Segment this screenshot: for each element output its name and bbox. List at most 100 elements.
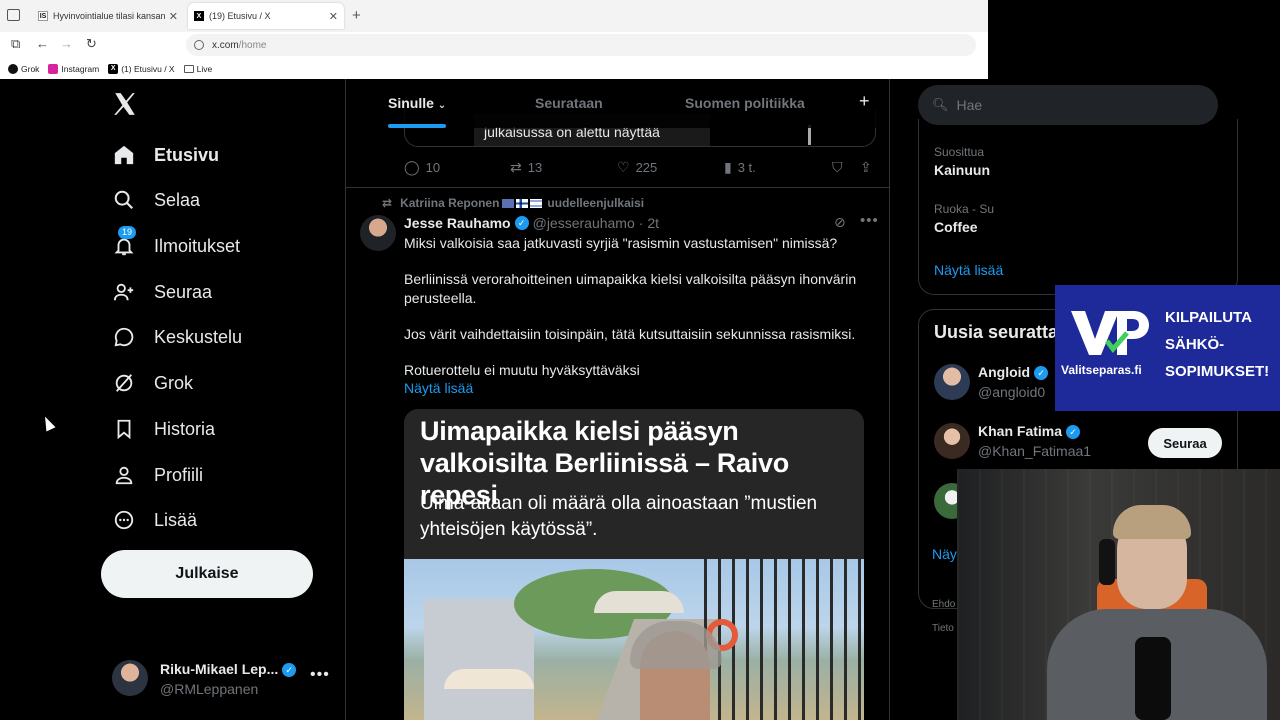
- close-tab-icon[interactable]: ✕: [329, 10, 338, 23]
- bookmark-x[interactable]: X (1) Etusivu / X: [108, 64, 175, 74]
- bookmark-label: Live: [196, 64, 213, 74]
- home-icon: [112, 143, 136, 167]
- trends-panel: Suosittua Kainuun Ruoka - Su Coffee Näyt…: [918, 119, 1238, 295]
- reposter-name[interactable]: Katriina Reponen: [400, 196, 499, 210]
- more-options-icon[interactable]: •••: [310, 666, 330, 684]
- close-tab-icon[interactable]: ✕: [169, 10, 178, 23]
- add-tab-icon[interactable]: +: [859, 91, 870, 112]
- sidebar-item-label: Etusivu: [154, 144, 220, 165]
- sidebar-item-follow[interactable]: Seuraa: [112, 277, 212, 307]
- bookmark-icon: ⛉: [832, 159, 843, 175]
- sidebar-item-chat[interactable]: Keskustelu: [112, 322, 242, 352]
- sidebar-item-more[interactable]: Lisää: [112, 505, 197, 535]
- bell-icon: 19: [112, 226, 137, 258]
- more-options-icon[interactable]: •••: [860, 212, 879, 229]
- show-more-link[interactable]: Näytä lisää: [934, 262, 1003, 278]
- webcam-overlay: [957, 469, 1280, 720]
- post-divider: [346, 187, 889, 188]
- bookmark-grok[interactable]: Grok: [8, 64, 39, 74]
- active-tab-indicator: [388, 124, 446, 128]
- account-switcher[interactable]: Riku-Mikael Lep... ✓ @RMLeppanen •••: [112, 660, 330, 700]
- new-tab-icon[interactable]: +: [352, 7, 361, 24]
- sidebar-item-bookmarks[interactable]: Historia: [112, 414, 215, 444]
- reload-icon[interactable]: ↻: [86, 37, 97, 51]
- post-button[interactable]: Julkaise: [101, 550, 313, 598]
- repost-suffix: uudelleenjulkaisi: [547, 196, 645, 210]
- sidebar-item-grok[interactable]: Grok: [112, 368, 193, 398]
- browser-tab-active[interactable]: X (19) Etusivu / X ✕: [188, 3, 344, 29]
- trend-name[interactable]: Kainuun: [934, 162, 990, 178]
- reply-button[interactable]: ◯ 10: [404, 159, 440, 176]
- x-favicon-icon: X: [194, 11, 204, 21]
- site-info-icon[interactable]: [194, 40, 204, 50]
- back-icon[interactable]: ←: [36, 37, 49, 51]
- tab-finnish-politics[interactable]: Suomen politiikka: [685, 95, 805, 111]
- footer-link[interactable]: Ehdo: [932, 599, 955, 610]
- repost-icon: ⇄: [510, 159, 522, 175]
- repost-count: 13: [527, 160, 543, 175]
- trend-category: Ruoka - Su: [934, 202, 995, 216]
- like-button[interactable]: ♡ 225: [617, 159, 657, 176]
- follow-suggestion[interactable]: Khan Fatima ✓ @Khan_Fatimaa1 Seuraa: [934, 423, 1234, 463]
- tab-for-you[interactable]: Sinulle ⌄: [388, 95, 446, 111]
- sidebar-item-label: Historia: [154, 418, 216, 439]
- grok-icon[interactable]: ⊘: [834, 214, 846, 231]
- browser-tab-label: (19) Etusivu / X: [209, 11, 271, 21]
- sidebar-toggle-icon[interactable]: ⧉: [11, 37, 20, 51]
- reply-icon: ◯: [404, 159, 420, 175]
- forward-icon[interactable]: →: [60, 37, 73, 51]
- sidebar-item-notifications[interactable]: 19 Ilmoitukset: [112, 226, 240, 261]
- show-more-link[interactable]: Näy: [932, 546, 957, 562]
- address-bar[interactable]: x.com/home: [186, 34, 976, 56]
- x-icon: X: [108, 64, 119, 74]
- sidebar-item-label: Profiili: [154, 464, 204, 485]
- video-progress-marker: [808, 125, 811, 145]
- search-icon: [112, 188, 136, 212]
- sidebar-item-home[interactable]: Etusivu: [112, 140, 219, 170]
- post-header: Jesse Rauhamo ✓ @jesserauhamo · 2t: [404, 215, 659, 231]
- timeline: Sinulle ⌄ Seurataan Suomen politiikka + …: [345, 79, 890, 720]
- sidebar-item-profile[interactable]: Profiili: [112, 460, 203, 490]
- post-actions: ◯ 10 ⇄ 13 ♡ 225 ▮ 3 t. ⛉ ⇪: [404, 159, 884, 179]
- bookmark-button[interactable]: ⛉: [832, 159, 849, 176]
- verified-badge-icon: ✓: [514, 216, 529, 230]
- follow-button[interactable]: Seuraa: [1148, 428, 1222, 458]
- bookmark-live[interactable]: Live: [183, 64, 213, 74]
- is-favicon-icon: IS: [38, 11, 48, 21]
- tab-following[interactable]: Seurataan: [535, 95, 603, 111]
- verified-badge-icon: ✓: [1066, 425, 1081, 440]
- account-name-row: Riku-Mikael Lep... ✓: [160, 661, 297, 678]
- microphone-icon: [1135, 637, 1171, 720]
- bookmark-instagram[interactable]: Instagram: [48, 64, 99, 74]
- browser-tab[interactable]: IS Hyvinvointialue tilasi kansanedu ✕: [32, 3, 184, 29]
- author-handle[interactable]: @jesserauhamo: [533, 215, 635, 231]
- post-time[interactable]: · 2t: [639, 215, 659, 231]
- mouse-cursor-icon: [40, 414, 56, 432]
- repost-button[interactable]: ⇄ 13: [510, 159, 542, 176]
- stream-ad-banner: Valitseparas.fi KILPAILUTA SÄHKÖ- SOPIMU…: [1055, 285, 1280, 411]
- photo-parasol: [444, 669, 534, 689]
- vp-logo-icon: [1071, 311, 1149, 355]
- trend-name[interactable]: Coffee: [934, 219, 978, 235]
- url-host: x.com: [212, 39, 239, 51]
- x-logo-icon[interactable]: [112, 91, 138, 117]
- bookmark-icon: [112, 417, 136, 441]
- show-more-link[interactable]: Näytä lisää: [404, 380, 473, 396]
- article-image[interactable]: Uimapaikka kielsi pääsyn valkoisilta Ber…: [404, 409, 864, 720]
- suggestion-name: Khan Fatima: [978, 423, 1063, 439]
- ad-text-line: KILPAILUTA: [1165, 309, 1252, 326]
- tab-actions-icon[interactable]: [7, 9, 20, 21]
- article-photo: [404, 559, 864, 720]
- avatar[interactable]: [360, 215, 396, 251]
- sidebar-item-explore[interactable]: Selaa: [112, 185, 200, 215]
- timeline-tabs: Sinulle ⌄ Seurataan Suomen politiikka +: [346, 79, 889, 128]
- footer-link[interactable]: Tieto: [932, 623, 954, 634]
- author-name[interactable]: Jesse Rauhamo: [404, 215, 511, 231]
- share-button[interactable]: ⇪: [860, 159, 878, 176]
- views-button[interactable]: ▮ 3 t.: [724, 159, 756, 176]
- more-icon: [112, 508, 136, 532]
- notification-badge: 19: [118, 226, 137, 239]
- grok-icon: [8, 64, 18, 74]
- ad-text-line: SOPIMUKSET!: [1165, 363, 1270, 380]
- sidebar-item-label: Seuraa: [154, 281, 213, 302]
